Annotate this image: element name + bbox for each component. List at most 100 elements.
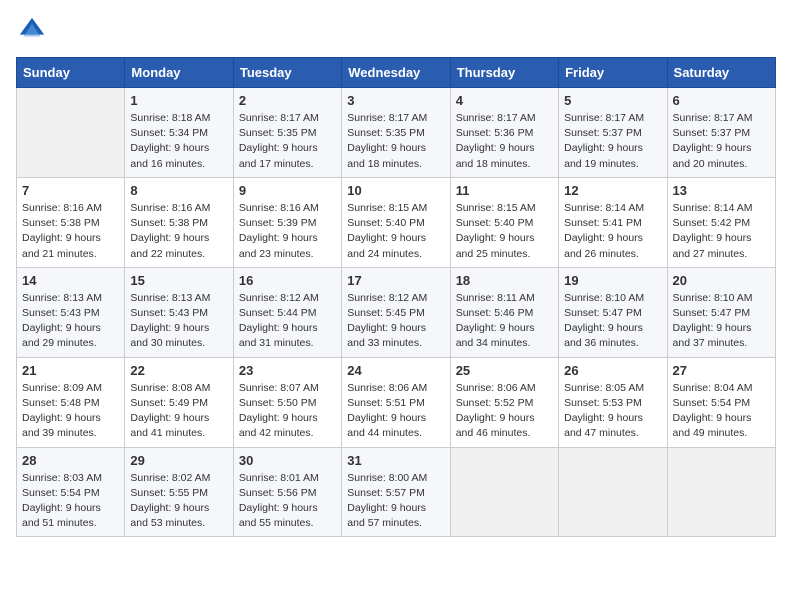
calendar-cell: 13 Sunrise: 8:14 AMSunset: 5:42 PMDayligh… [667,177,775,267]
calendar-cell: 12 Sunrise: 8:14 AMSunset: 5:41 PMDayligh… [559,177,667,267]
calendar-cell [17,88,125,178]
day-details: Sunrise: 8:17 AMSunset: 5:37 PMDaylight:… [673,111,770,172]
day-number: 27 [673,363,770,378]
calendar-cell: 24Sunrise: 8:06 AMSunset: 5:51 PMDayligh… [342,357,450,447]
day-details: Sunrise: 8:01 AMSunset: 5:56 PMDaylight:… [239,471,336,532]
calendar-cell: 25 Sunrise: 8:06 AMSunset: 5:52 PMDayligh… [450,357,558,447]
day-details: Sunrise: 8:16 AMSunset: 5:38 PMDaylight:… [22,201,119,262]
calendar-cell: 31 Sunrise: 8:00 AMSunset: 5:57 PMDayligh… [342,447,450,537]
header-day-sunday: Sunday [17,58,125,88]
day-details: Sunrise: 8:16 AMSunset: 5:38 PMDaylight:… [130,201,227,262]
header-day-thursday: Thursday [450,58,558,88]
day-details: Sunrise: 8:13 AMSunset: 5:43 PMDaylight:… [130,291,227,352]
header-day-friday: Friday [559,58,667,88]
day-number: 22 [130,363,227,378]
day-details: Sunrise: 8:16 AMSunset: 5:39 PMDaylight:… [239,201,336,262]
day-details: Sunrise: 8:14 AMSunset: 5:41 PMDaylight:… [564,201,661,262]
day-number: 3 [347,93,444,108]
page-header [16,16,776,49]
calendar-cell: 9Sunrise: 8:16 AMSunset: 5:39 PMDaylight… [233,177,341,267]
day-details: Sunrise: 8:18 AMSunset: 5:34 PMDaylight:… [130,111,227,172]
calendar-cell: 21 Sunrise: 8:09 AMSunset: 5:48 PMDayligh… [17,357,125,447]
day-number: 10 [347,183,444,198]
day-number: 16 [239,273,336,288]
day-details: Sunrise: 8:06 AMSunset: 5:51 PMDaylight:… [347,381,444,442]
day-number: 25 [456,363,553,378]
day-number: 6 [673,93,770,108]
calendar-cell: 15 Sunrise: 8:13 AMSunset: 5:43 PMDayligh… [125,267,233,357]
day-details: Sunrise: 8:12 AMSunset: 5:45 PMDaylight:… [347,291,444,352]
day-number: 4 [456,93,553,108]
day-details: Sunrise: 8:04 AMSunset: 5:54 PMDaylight:… [673,381,770,442]
calendar-cell: 5Sunrise: 8:17 AMSunset: 5:37 PMDaylight… [559,88,667,178]
calendar-cell: 27 Sunrise: 8:04 AMSunset: 5:54 PMDayligh… [667,357,775,447]
calendar-cell [667,447,775,537]
day-number: 29 [130,453,227,468]
day-details: Sunrise: 8:17 AMSunset: 5:35 PMDaylight:… [347,111,444,172]
day-details: Sunrise: 8:02 AMSunset: 5:55 PMDaylight:… [130,471,227,532]
calendar-week-row: 7 Sunrise: 8:16 AMSunset: 5:38 PMDaylight… [17,177,776,267]
calendar-cell: 14 Sunrise: 8:13 AMSunset: 5:43 PMDayligh… [17,267,125,357]
day-number: 8 [130,183,227,198]
day-number: 7 [22,183,119,198]
day-number: 21 [22,363,119,378]
calendar-cell: 29 Sunrise: 8:02 AMSunset: 5:55 PMDayligh… [125,447,233,537]
calendar-cell: 17 Sunrise: 8:12 AMSunset: 5:45 PMDayligh… [342,267,450,357]
day-number: 15 [130,273,227,288]
day-number: 13 [673,183,770,198]
day-number: 19 [564,273,661,288]
day-number: 2 [239,93,336,108]
calendar-table: SundayMondayTuesdayWednesdayThursdayFrid… [16,57,776,537]
calendar-cell: 1 Sunrise: 8:18 AMSunset: 5:34 PMDaylight… [125,88,233,178]
day-details: Sunrise: 8:15 AMSunset: 5:40 PMDaylight:… [347,201,444,262]
day-number: 20 [673,273,770,288]
calendar-cell: 28Sunrise: 8:03 AMSunset: 5:54 PMDayligh… [17,447,125,537]
calendar-cell: 11Sunrise: 8:15 AMSunset: 5:40 PMDayligh… [450,177,558,267]
calendar-cell: 16 Sunrise: 8:12 AMSunset: 5:44 PMDayligh… [233,267,341,357]
calendar-cell: 20 Sunrise: 8:10 AMSunset: 5:47 PMDayligh… [667,267,775,357]
header-day-saturday: Saturday [667,58,775,88]
calendar-cell: 23 Sunrise: 8:07 AMSunset: 5:50 PMDayligh… [233,357,341,447]
day-details: Sunrise: 8:10 AMSunset: 5:47 PMDaylight:… [673,291,770,352]
day-details: Sunrise: 8:07 AMSunset: 5:50 PMDaylight:… [239,381,336,442]
calendar-header-row: SundayMondayTuesdayWednesdayThursdayFrid… [17,58,776,88]
day-details: Sunrise: 8:11 AMSunset: 5:46 PMDaylight:… [456,291,553,352]
day-number: 26 [564,363,661,378]
day-number: 28 [22,453,119,468]
calendar-cell: 10 Sunrise: 8:15 AMSunset: 5:40 PMDayligh… [342,177,450,267]
day-number: 23 [239,363,336,378]
day-number: 1 [130,93,227,108]
calendar-cell: 8 Sunrise: 8:16 AMSunset: 5:38 PMDaylight… [125,177,233,267]
calendar-cell: 18Sunrise: 8:11 AMSunset: 5:46 PMDayligh… [450,267,558,357]
calendar-cell: 2 Sunrise: 8:17 AMSunset: 5:35 PMDaylight… [233,88,341,178]
day-number: 11 [456,183,553,198]
day-details: Sunrise: 8:17 AMSunset: 5:37 PMDaylight:… [564,111,661,172]
calendar-cell: 3 Sunrise: 8:17 AMSunset: 5:35 PMDaylight… [342,88,450,178]
day-details: Sunrise: 8:00 AMSunset: 5:57 PMDaylight:… [347,471,444,532]
day-number: 17 [347,273,444,288]
day-number: 30 [239,453,336,468]
calendar-week-row: 14 Sunrise: 8:13 AMSunset: 5:43 PMDayligh… [17,267,776,357]
calendar-week-row: 21 Sunrise: 8:09 AMSunset: 5:48 PMDayligh… [17,357,776,447]
day-number: 14 [22,273,119,288]
day-details: Sunrise: 8:13 AMSunset: 5:43 PMDaylight:… [22,291,119,352]
calendar-cell: 4 Sunrise: 8:17 AMSunset: 5:36 PMDaylight… [450,88,558,178]
day-details: Sunrise: 8:12 AMSunset: 5:44 PMDaylight:… [239,291,336,352]
calendar-week-row: 28Sunrise: 8:03 AMSunset: 5:54 PMDayligh… [17,447,776,537]
day-details: Sunrise: 8:06 AMSunset: 5:52 PMDaylight:… [456,381,553,442]
day-details: Sunrise: 8:09 AMSunset: 5:48 PMDaylight:… [22,381,119,442]
logo-icon [18,16,46,44]
day-number: 31 [347,453,444,468]
day-details: Sunrise: 8:10 AMSunset: 5:47 PMDaylight:… [564,291,661,352]
header-day-wednesday: Wednesday [342,58,450,88]
day-details: Sunrise: 8:17 AMSunset: 5:35 PMDaylight:… [239,111,336,172]
calendar-cell: 26Sunrise: 8:05 AMSunset: 5:53 PMDayligh… [559,357,667,447]
day-details: Sunrise: 8:14 AMSunset: 5:42 PMDaylight:… [673,201,770,262]
calendar-cell: 22 Sunrise: 8:08 AMSunset: 5:49 PMDayligh… [125,357,233,447]
day-details: Sunrise: 8:08 AMSunset: 5:49 PMDaylight:… [130,381,227,442]
header-day-tuesday: Tuesday [233,58,341,88]
calendar-cell: 6 Sunrise: 8:17 AMSunset: 5:37 PMDaylight… [667,88,775,178]
logo [16,16,46,49]
day-number: 12 [564,183,661,198]
day-details: Sunrise: 8:17 AMSunset: 5:36 PMDaylight:… [456,111,553,172]
